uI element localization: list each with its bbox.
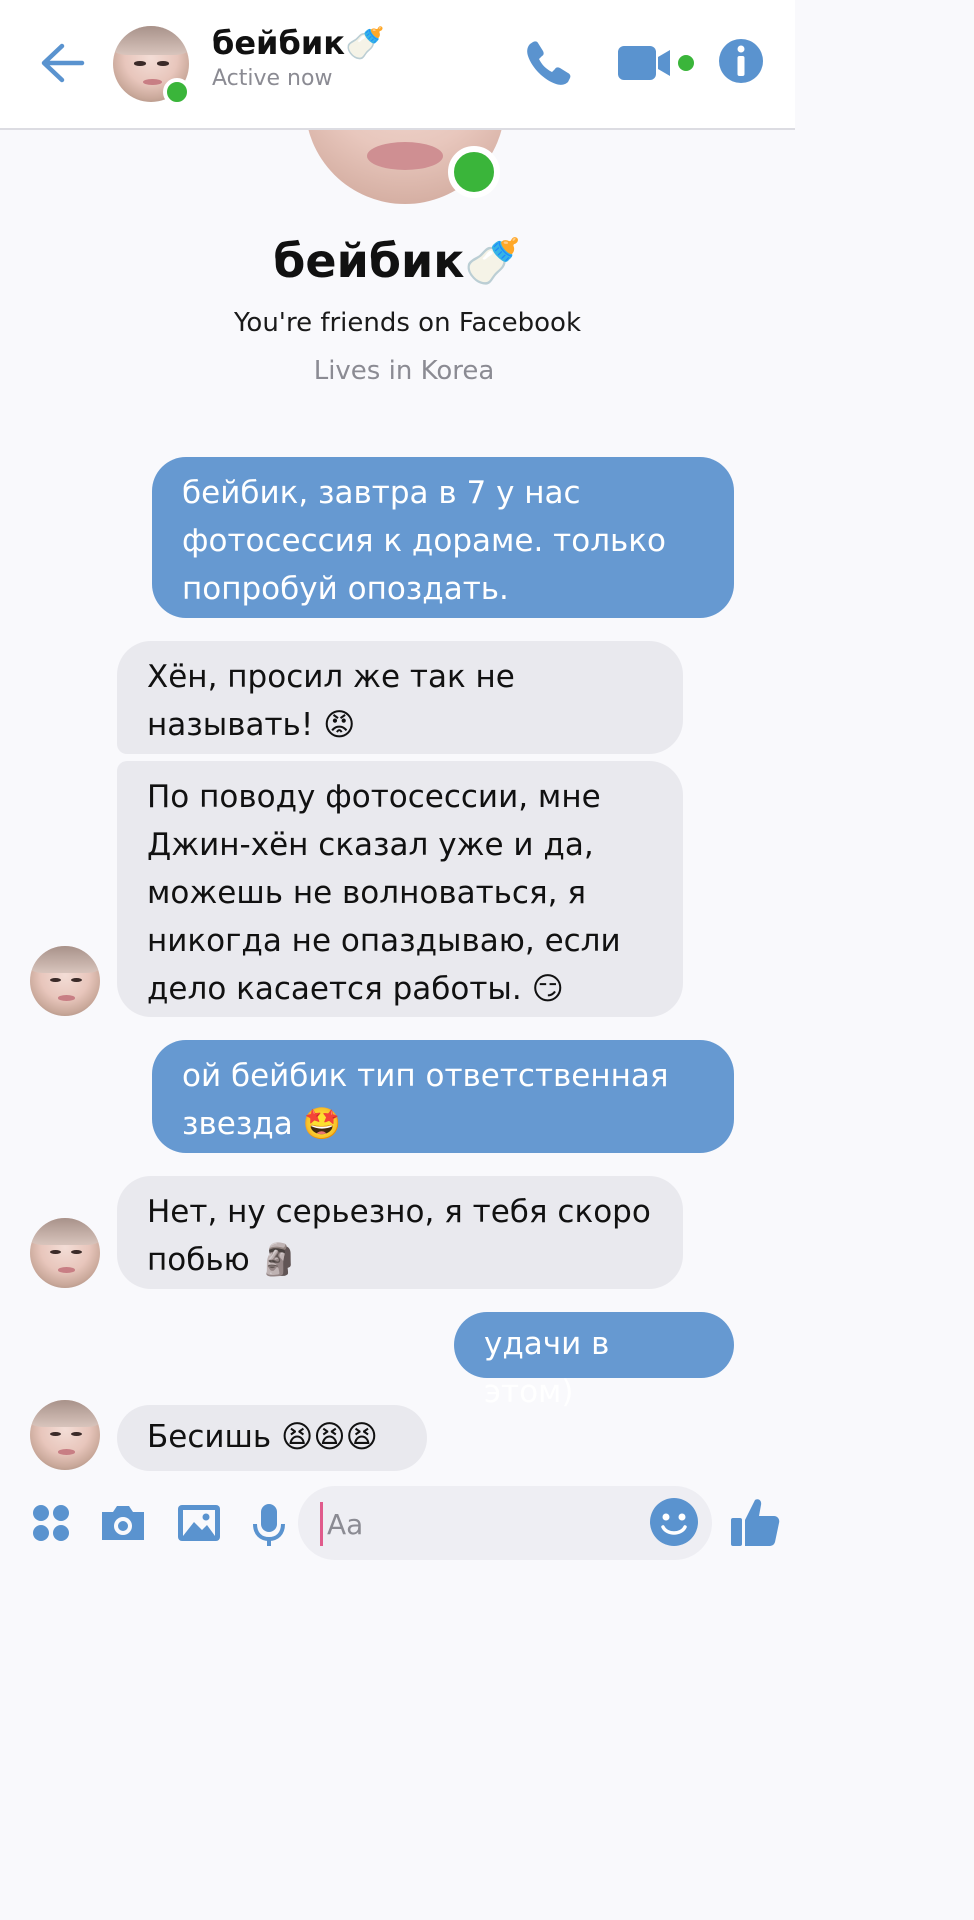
profile-name: бейбик🍼 (273, 234, 522, 288)
profile-location: Lives in Korea (313, 356, 495, 386)
sender-avatar[interactable] (30, 1218, 100, 1288)
camera-icon (102, 1506, 144, 1540)
voice-call-button[interactable] (520, 36, 576, 92)
back-arrow-icon (41, 43, 85, 83)
video-call-button[interactable] (616, 40, 700, 88)
profile-friends-text: You're friends on Facebook (233, 308, 581, 338)
sender-avatar[interactable] (30, 946, 100, 1016)
info-icon (719, 39, 763, 83)
avatar-image (30, 1218, 100, 1288)
back-button[interactable] (38, 40, 88, 86)
phone-icon (527, 41, 571, 85)
message-input[interactable] (320, 1502, 629, 1546)
online-indicator (163, 78, 191, 106)
gallery-button[interactable] (174, 1496, 224, 1550)
message-incoming[interactable]: По поводу фотосессии, мне Джин-хён сказа… (117, 761, 683, 1017)
message-outgoing[interactable]: удачи в этом) (454, 1312, 734, 1410)
apps-button[interactable] (28, 1496, 78, 1550)
message-outgoing[interactable]: бейбик, завтра в 7 у нас фотосессия к до… (152, 457, 734, 618)
profile-online-indicator (448, 146, 500, 198)
microphone-button[interactable] (244, 1496, 294, 1550)
gallery-icon (178, 1505, 220, 1541)
contact-status: Active now (212, 66, 333, 91)
message-incoming[interactable]: Бесишь 😫😫😫 (117, 1405, 427, 1471)
message-incoming[interactable]: Хён, просил же так не называть! 😡 (117, 641, 683, 754)
thumbs-up-button[interactable] (728, 1494, 782, 1550)
contact-avatar[interactable] (113, 26, 191, 106)
avatar-image (30, 1400, 100, 1470)
contact-name[interactable]: бейбик🍼 (212, 24, 385, 62)
thumbs-up-icon (731, 1499, 780, 1546)
avatar-image (30, 946, 100, 1016)
message-outgoing[interactable]: ой бейбик тип ответственная звезда 🤩 (152, 1040, 734, 1153)
emoji-button[interactable] (648, 1496, 700, 1548)
message-incoming[interactable]: Нет, ну серьезно, я тебя скоро побью 🗿 (117, 1176, 683, 1289)
chat-header: бейбик🍼 Active now (0, 0, 795, 130)
video-camera-icon (618, 46, 694, 80)
sender-avatar[interactable] (30, 1400, 100, 1470)
apps-icon (33, 1505, 69, 1541)
microphone-icon (253, 1504, 285, 1546)
camera-button[interactable] (98, 1496, 148, 1550)
info-button[interactable] (716, 36, 766, 86)
emoji-icon (650, 1498, 698, 1546)
